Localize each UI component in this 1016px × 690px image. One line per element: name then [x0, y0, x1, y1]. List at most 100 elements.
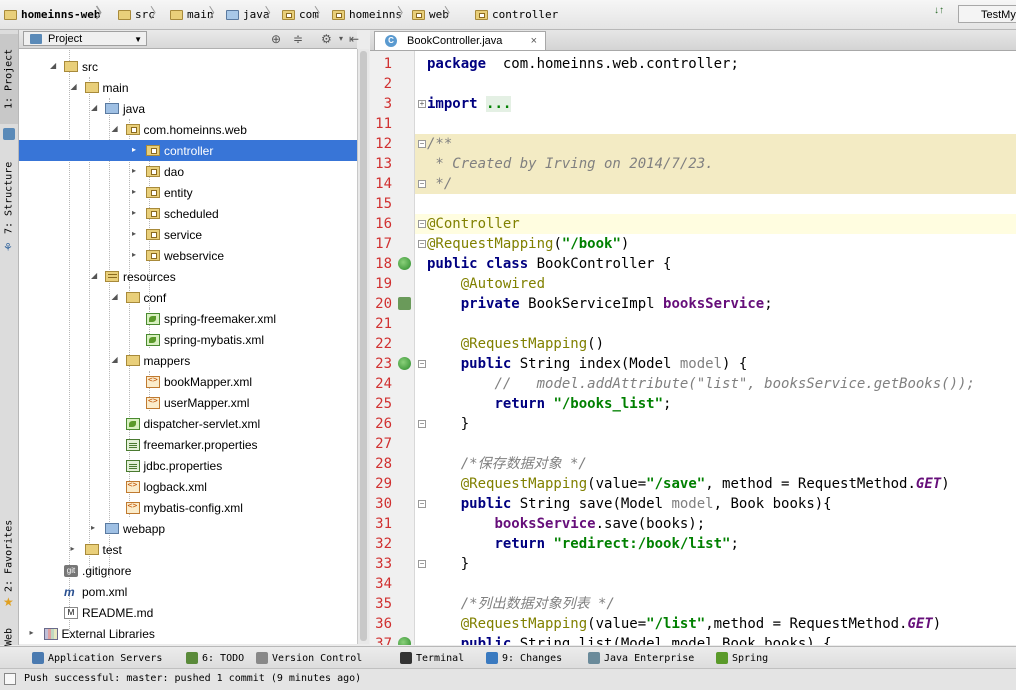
collapse-arrow-icon[interactable]: ◢ [71, 83, 79, 91]
tree-item-webservice[interactable]: ▸ webservice [19, 245, 357, 266]
tree-item-test[interactable]: ▸ test [19, 539, 357, 560]
code-line[interactable]: private BookServiceImpl booksService; [415, 294, 1016, 314]
settings-dropdown-icon[interactable]: ▾ [339, 34, 343, 43]
tree-item-logback-xml[interactable]: logback.xml [19, 476, 357, 497]
code-line[interactable]: /** [415, 134, 1016, 154]
autowired-gutter-icon[interactable] [398, 297, 411, 310]
code-line[interactable]: booksService.save(books); [415, 514, 1016, 534]
code-line[interactable]: // model.addAttribute("list", booksServi… [415, 374, 1016, 394]
collapse-arrow-icon[interactable]: ◢ [112, 293, 120, 301]
structure-tool-tab[interactable]: 7: Structure [0, 158, 18, 238]
code-line[interactable]: } [415, 414, 1016, 434]
code-line[interactable]: public String list(Model model,Book book… [415, 634, 1016, 645]
breadcrumb-item-web[interactable]: web 〉 [412, 6, 458, 23]
gear-icon[interactable]: ⚙ [321, 32, 332, 46]
code-line[interactable]: public class BookController { [415, 254, 1016, 274]
scroll-from-source-icon[interactable]: ⊕ [271, 32, 281, 46]
code-line[interactable]: /*列出数据对象列表 */ [415, 594, 1016, 614]
code-line[interactable] [415, 314, 1016, 334]
tree-item-gitignore[interactable]: git .gitignore [19, 560, 357, 581]
collapse-fold-icon[interactable]: − [418, 420, 426, 428]
spring-bean-gutter-icon[interactable] [398, 637, 411, 645]
hide-panel-icon[interactable]: ⇤ [349, 32, 359, 46]
breadcrumb-item-java[interactable]: java 〉 [226, 6, 279, 23]
breadcrumb-item-homeinns-web[interactable]: homeinns-web 〉 [4, 6, 109, 23]
collapse-all-icon[interactable]: ≑ [293, 32, 303, 46]
code-line[interactable]: import ... [415, 94, 1016, 114]
tree-item-bookmapper-xml[interactable]: bookMapper.xml [19, 371, 357, 392]
tree-item-com-homeinns-web[interactable]: ◢ com.homeinns.web [19, 119, 357, 140]
code-line[interactable]: public String index(Model model) { [415, 354, 1016, 374]
code-line[interactable] [415, 574, 1016, 594]
code-line[interactable]: public String save(Model model, Book boo… [415, 494, 1016, 514]
vcs-update-icon[interactable]: ↓↑ [934, 5, 944, 16]
collapse-fold-icon[interactable]: − [418, 240, 426, 248]
tree-item-entity[interactable]: ▸ entity [19, 182, 357, 203]
tree-item-freemarker-properties[interactable]: freemarker.properties [19, 434, 357, 455]
spring-bean-gutter-icon[interactable] [398, 257, 411, 270]
collapse-arrow-icon[interactable]: ◢ [112, 125, 120, 133]
tab-bookcontroller[interactable]: C BookController.java × [374, 31, 546, 50]
status-toggle-icon[interactable] [4, 673, 16, 685]
expand-arrow-icon[interactable]: ▸ [71, 545, 79, 553]
tree-item-conf[interactable]: ◢ conf [19, 287, 357, 308]
code-line[interactable]: @RequestMapping() [415, 334, 1016, 354]
code-line[interactable]: @RequestMapping("/book") [415, 234, 1016, 254]
code-line[interactable]: @RequestMapping(value="/list",method = R… [415, 614, 1016, 634]
expand-arrow-icon[interactable]: ▸ [132, 230, 140, 238]
code-line[interactable] [415, 434, 1016, 454]
breadcrumb-item-main[interactable]: main 〉 [170, 6, 223, 23]
code-line[interactable]: /*保存数据对象 */ [415, 454, 1016, 474]
tree-item-spring-freemaker-xml[interactable]: spring-freemaker.xml [19, 308, 357, 329]
spring-bean-gutter-icon[interactable] [398, 357, 411, 370]
project-view-selector[interactable]: Project ▼ [23, 31, 147, 46]
code-line[interactable]: @Autowired [415, 274, 1016, 294]
favorites-tool-tab[interactable]: 2: Favorites [0, 516, 18, 596]
code-line[interactable] [415, 74, 1016, 94]
collapse-arrow-icon[interactable]: ◢ [91, 104, 99, 112]
close-icon[interactable]: × [531, 32, 537, 51]
code-line[interactable]: package com.homeinns.web.controller; [415, 54, 1016, 74]
tool-window-terminal[interactable]: Terminal [400, 650, 464, 666]
tree-item-jdbc-properties[interactable]: jdbc.properties [19, 455, 357, 476]
run-configuration-selector[interactable]: TestMy [958, 5, 1016, 23]
tree-item-java[interactable]: ◢ java [19, 98, 357, 119]
code-line[interactable]: */ [415, 174, 1016, 194]
expand-arrow-icon[interactable]: ▸ [132, 209, 140, 217]
tree-item-pom-xml[interactable]: m pom.xml [19, 581, 357, 602]
code-editor[interactable]: package com.homeinns.web.controller; impo… [415, 51, 1016, 645]
tree-item-mybatis-config-xml[interactable]: mybatis-config.xml [19, 497, 357, 518]
project-tool-tab[interactable]: 1: Project [0, 34, 18, 124]
collapse-fold-icon[interactable]: − [418, 560, 426, 568]
expand-arrow-icon[interactable]: ▸ [132, 251, 140, 259]
project-tree-scrollbar[interactable] [357, 49, 369, 644]
tree-item-resources[interactable]: ◢ resources [19, 266, 357, 287]
expand-arrow-icon[interactable]: ▸ [132, 146, 140, 154]
tree-item-src[interactable]: ◢ src [19, 56, 357, 77]
code-line[interactable]: @Controller [415, 214, 1016, 234]
tree-item-external-libraries[interactable]: ▸ External Libraries [19, 623, 357, 644]
code-line[interactable]: * Created by Irving on 2014/7/23. [415, 154, 1016, 174]
tool-window-spring[interactable]: Spring [716, 650, 768, 666]
tool-window-java-enterprise[interactable]: Java Enterprise [588, 650, 694, 666]
tool-window-application-servers[interactable]: Application Servers [32, 650, 162, 666]
expand-arrow-icon[interactable]: ▸ [91, 524, 99, 532]
collapse-arrow-icon[interactable]: ◢ [91, 272, 99, 280]
code-line[interactable]: } [415, 554, 1016, 574]
code-line[interactable] [415, 114, 1016, 134]
collapse-fold-icon[interactable]: − [418, 360, 426, 368]
tree-item-webapp[interactable]: ▸ webapp [19, 518, 357, 539]
code-line[interactable]: return "redirect:/book/list"; [415, 534, 1016, 554]
tree-item-scheduled[interactable]: ▸ scheduled [19, 203, 357, 224]
breadcrumb-item-com[interactable]: com 〉 [282, 6, 328, 23]
tree-item-mappers[interactable]: ◢ mappers [19, 350, 357, 371]
code-line[interactable] [415, 194, 1016, 214]
tree-item-spring-mybatis-xml[interactable]: spring-mybatis.xml [19, 329, 357, 350]
collapse-fold-icon[interactable]: − [418, 220, 426, 228]
tool-window-version-control[interactable]: Version Control [256, 650, 362, 666]
collapse-fold-icon[interactable]: − [418, 180, 426, 188]
tree-item-main[interactable]: ◢ main [19, 77, 357, 98]
expand-fold-icon[interactable]: + [418, 100, 426, 108]
expand-arrow-icon[interactable]: ▸ [132, 188, 140, 196]
collapse-arrow-icon[interactable]: ◢ [112, 356, 120, 364]
